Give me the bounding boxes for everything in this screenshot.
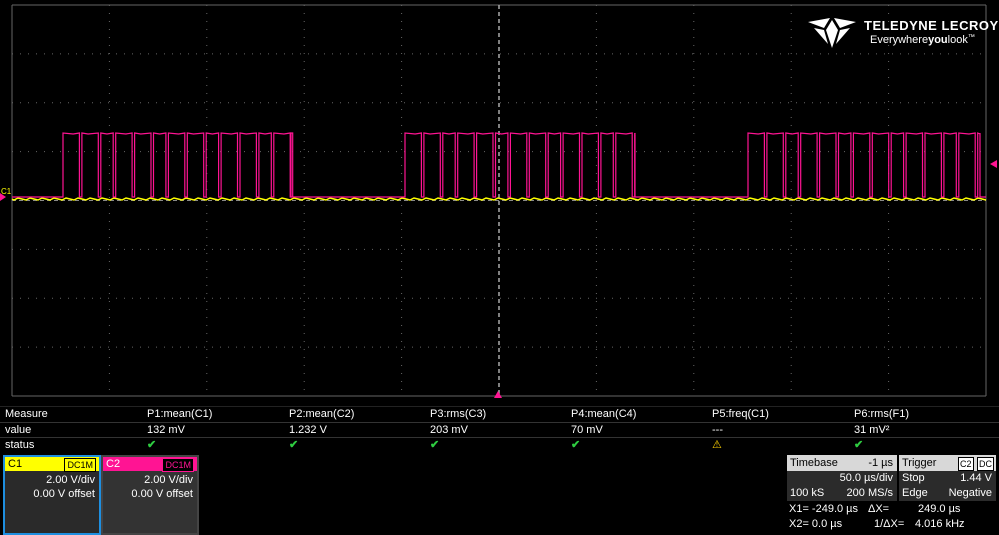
p5-value: --- [712, 424, 723, 436]
cursor-dx: 249.0 µs [918, 503, 961, 515]
p2-value: 1.232 V [289, 424, 327, 436]
timebase-delay: -1 µs [868, 457, 893, 469]
channel-c2-descriptor[interactable]: C2 DC1M 2.00 V/div 0.00 V offset [101, 455, 199, 535]
measure-status-row: status ✔ ✔ ✔ ✔ ⚠ ✔ [0, 438, 999, 452]
teledyne-logo: TELEDYNE LECROY Everywhereyoulook™ [806, 14, 998, 50]
timebase-tdiv: 50.0 µs/div [839, 472, 893, 484]
timebase-descriptor[interactable]: Timebase -1 µs 50.0 µs/div 100 kS 200 MS… [787, 455, 897, 501]
cursor-inv: 4.016 kHz [915, 518, 965, 530]
check-icon: ✔ [854, 439, 864, 451]
measure-p4-header[interactable]: P4:mean(C4) [571, 407, 636, 421]
measure-label: Measure [5, 408, 48, 420]
cursor-readout: X1= -249.0 µs ΔX= 249.0 µs X2= 0.0 µs 1/… [787, 502, 997, 532]
c1-offset: 0.00 V offset [33, 488, 95, 500]
check-icon: ✔ [289, 439, 299, 451]
trigger-source: C2 [958, 457, 974, 471]
check-icon: ✔ [147, 439, 157, 451]
status-label: status [5, 439, 35, 451]
trigger-mode: Stop [902, 472, 925, 484]
c1-marker-label: C1 [1, 187, 12, 196]
waveform-grid: C1 [0, 4, 997, 398]
measure-p5-header[interactable]: P5:freq(C1) [712, 407, 769, 421]
check-icon: ✔ [571, 439, 581, 451]
measure-p2-header[interactable]: P2:mean(C2) [289, 407, 354, 421]
logo-brand: TELEDYNE LECROY [864, 18, 999, 33]
p4-value: 70 mV [571, 424, 603, 436]
trigger-level: 1.44 V [960, 472, 992, 484]
value-label: value [5, 424, 32, 436]
c1-name: C1 [8, 458, 23, 470]
c1-trace [11, 197, 987, 201]
measure-p3-header[interactable]: P3:rms(C3) [430, 407, 486, 421]
p6-value: 31 mV² [854, 424, 890, 436]
trigger-type: Edge [902, 487, 928, 499]
c2-coupling: DC1M [162, 458, 194, 472]
logo-tagline: Everywhereyoulook™ [870, 34, 975, 46]
warning-icon: ⚠ [712, 439, 722, 451]
check-icon: ✔ [430, 439, 440, 451]
cursor-x2: X2= 0.0 µs [789, 518, 843, 530]
cursor-x1: X1= -249.0 µs [789, 503, 859, 515]
timebase-rate: 200 MS/s [846, 487, 893, 499]
timebase-header: Timebase -1 µs [787, 455, 897, 471]
measure-p1-header[interactable]: P1:mean(C1) [147, 407, 212, 421]
waveform-display[interactable]: C1 TELEDYNE LECROY Everywhereyoulook™ [0, 0, 999, 406]
cursor-inv-label: 1/ΔX= [874, 518, 905, 530]
trigger-descriptor[interactable]: Trigger C2 DC Stop 1.44 V Edge Negative [899, 455, 996, 501]
c1-coupling: DC1M [64, 458, 96, 472]
timebase-samples: 100 kS [790, 487, 825, 499]
measure-header-row: Measure P1:mean(C1) P2:mean(C2) P3:rms(C… [0, 407, 999, 421]
c2-vdiv: 2.00 V/div [144, 474, 193, 486]
trigger-title: Trigger [902, 457, 937, 469]
trigger-slope: Negative [948, 487, 992, 499]
teledyne-logo-icon [808, 18, 856, 48]
p3-value: 203 mV [430, 424, 468, 436]
c1-header: C1 DC1M [5, 457, 99, 472]
trigger-header: Trigger C2 DC [899, 455, 996, 471]
measure-value-row: value 132 mV 1.232 V 203 mV 70 mV --- 31… [0, 423, 999, 437]
channel-c1-descriptor[interactable]: C1 DC1M 2.00 V/div 0.00 V offset [3, 455, 101, 535]
c2-offset: 0.00 V offset [131, 488, 193, 500]
trigger-level-icon [990, 160, 997, 168]
c2-header: C2 DC1M [103, 457, 197, 472]
trigger-coupling: DC [977, 457, 994, 471]
trigger-time-icon [494, 391, 502, 398]
measure-p6-header[interactable]: P6:rms(F1) [854, 407, 909, 421]
p1-value: 132 mV [147, 424, 185, 436]
cursor-dx-label: ΔX= [868, 503, 890, 515]
c2-name: C2 [106, 458, 121, 470]
c1-vdiv: 2.00 V/div [46, 474, 95, 486]
measure-table[interactable]: Measure P1:mean(C1) P2:mean(C2) P3:rms(C… [0, 406, 999, 454]
timebase-title: Timebase [790, 457, 838, 469]
